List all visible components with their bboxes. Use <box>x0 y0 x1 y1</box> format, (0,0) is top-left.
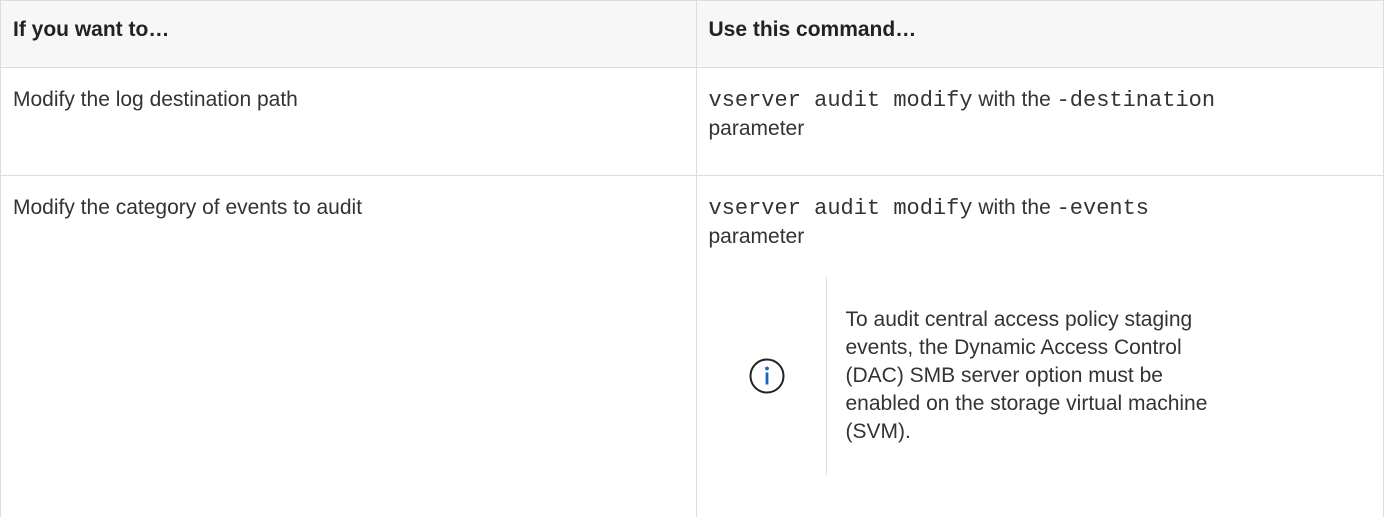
table-header-row: If you want to… Use this command… <box>1 1 1383 68</box>
action-cell: Modify the category of events to audit <box>13 195 363 219</box>
command-table-container: If you want to… Use this command… Modify… <box>0 0 1384 517</box>
command-line: vserver audit modify with the -events <box>709 194 1374 223</box>
parameter-suffix: parameter <box>708 224 805 248</box>
command-cell: vserver audit modify with the -destinati… <box>695 67 1383 176</box>
table-row: Modify the category of events to audit v… <box>1 175 1383 517</box>
parameter-suffix: parameter <box>708 116 805 140</box>
parameter-code: -destination <box>1056 87 1216 113</box>
header-if-you-want-to: If you want to… <box>1 1 696 68</box>
table-row: Modify the log destination path vserver … <box>1 67 1383 176</box>
command-code: vserver audit modify <box>708 87 973 113</box>
command-code: vserver audit modify <box>708 195 973 221</box>
action-cell: Modify the log destination path <box>1 67 696 176</box>
command-table: If you want to… Use this command… Modify… <box>1 1 1383 517</box>
command-with-text: with the <box>972 195 1057 219</box>
parameter-code: -events <box>1056 195 1150 221</box>
admonition-note: To audit central access policy staging e… <box>709 276 1374 475</box>
command-with-text: with the <box>972 87 1057 111</box>
note-icon-cell <box>709 276 827 475</box>
command-line: vserver audit modify with the -destinati… <box>709 86 1374 115</box>
header-use-this-command: Use this command… <box>695 1 1383 68</box>
info-icon <box>749 358 785 393</box>
command-cell: vserver audit modify with the -events pa… <box>695 175 1383 517</box>
note-text: To audit central access policy staging e… <box>845 307 1208 443</box>
